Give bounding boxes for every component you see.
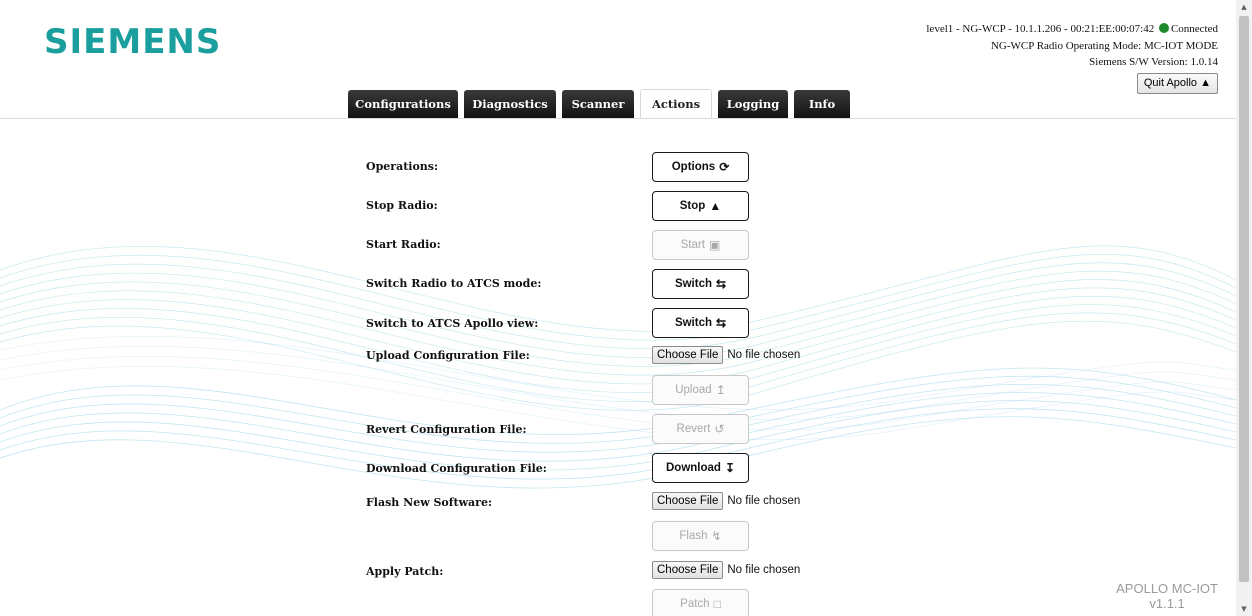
switch-atcs-view-label: Switch to ATCS Apollo view: [366, 317, 539, 330]
undo-icon: ↺ [714, 422, 725, 436]
apply-patch-file-status: No file chosen [727, 564, 801, 576]
revert-config-label: Revert Configuration File: [366, 423, 527, 436]
options-button-label: Options [671, 161, 716, 173]
upload-config-file-picker: Choose File No file chosen [652, 346, 800, 364]
refresh-icon: ⟳ [719, 160, 730, 174]
download-config-label: Download Configuration File: [366, 462, 547, 475]
retweet-icon: ⇆ [716, 316, 727, 330]
version-number: v1.1.1 [1149, 596, 1185, 611]
upload-icon: ↥ [715, 383, 726, 397]
upload-button[interactable]: Upload ↥ [652, 375, 749, 405]
upload-config-choose-file-button[interactable]: Choose File [652, 346, 724, 364]
actions-panel: Operations: Options ⟳ Stop Radio: Stop ▲… [0, 0, 1236, 616]
download-icon: ↧ [724, 461, 735, 475]
flash-software-file-status: No file chosen [727, 495, 801, 507]
apply-patch-choose-file-button[interactable]: Choose File [652, 561, 724, 579]
start-button-label: Start [680, 239, 705, 251]
switch-atcs-mode-label: Switch Radio to ATCS mode: [366, 277, 542, 290]
download-button[interactable]: Download ↧ [652, 453, 749, 483]
product-name: APOLLO MC-IOT [1116, 581, 1218, 596]
options-button[interactable]: Options ⟳ [652, 152, 749, 182]
scroll-up-arrow-icon[interactable]: ▲ [1236, 0, 1252, 14]
operations-label: Operations: [366, 160, 439, 173]
bolt-icon: ↯ [711, 529, 722, 543]
switch-atcs-mode-button[interactable]: Switch ⇆ [652, 269, 749, 299]
patch-button-label: Patch [680, 598, 710, 610]
warning-icon: ▲ [709, 199, 722, 213]
stop-button[interactable]: Stop ▲ [652, 191, 749, 221]
scrollbar-thumb[interactable] [1239, 16, 1249, 582]
play-square-icon: ▣ [708, 238, 721, 252]
start-button[interactable]: Start ▣ [652, 230, 749, 260]
download-button-label: Download [665, 462, 721, 474]
apply-patch-file-picker: Choose File No file chosen [652, 561, 800, 579]
switch-atcs-view-button-label: Switch [674, 317, 712, 329]
switch-atcs-view-button[interactable]: Switch ⇆ [652, 308, 749, 338]
flash-button-label: Flash [679, 530, 708, 542]
vertical-scrollbar[interactable]: ▲ ▼ [1236, 0, 1252, 616]
stop-button-label: Stop [679, 200, 706, 212]
upload-button-label: Upload [675, 384, 712, 396]
apply-patch-label: Apply Patch: [366, 565, 444, 578]
flash-software-choose-file-button[interactable]: Choose File [652, 492, 724, 510]
flash-button[interactable]: Flash ↯ [652, 521, 749, 551]
retweet-icon: ⇆ [716, 277, 727, 291]
patch-button[interactable]: Patch □ [652, 589, 749, 616]
scroll-down-arrow-icon[interactable]: ▼ [1236, 602, 1252, 616]
product-version: APOLLO MC-IOT v1.1.1 [1116, 581, 1218, 611]
flash-software-label: Flash New Software: [366, 496, 493, 509]
switch-atcs-mode-button-label: Switch [674, 278, 712, 290]
revert-button-label: Revert [676, 423, 711, 435]
start-radio-label: Start Radio: [366, 238, 441, 251]
flash-software-file-picker: Choose File No file chosen [652, 492, 800, 510]
revert-button[interactable]: Revert ↺ [652, 414, 749, 444]
upload-config-file-status: No file chosen [727, 349, 801, 361]
stop-radio-label: Stop Radio: [366, 199, 438, 212]
square-icon: □ [713, 597, 721, 611]
upload-config-label: Upload Configuration File: [366, 349, 530, 362]
